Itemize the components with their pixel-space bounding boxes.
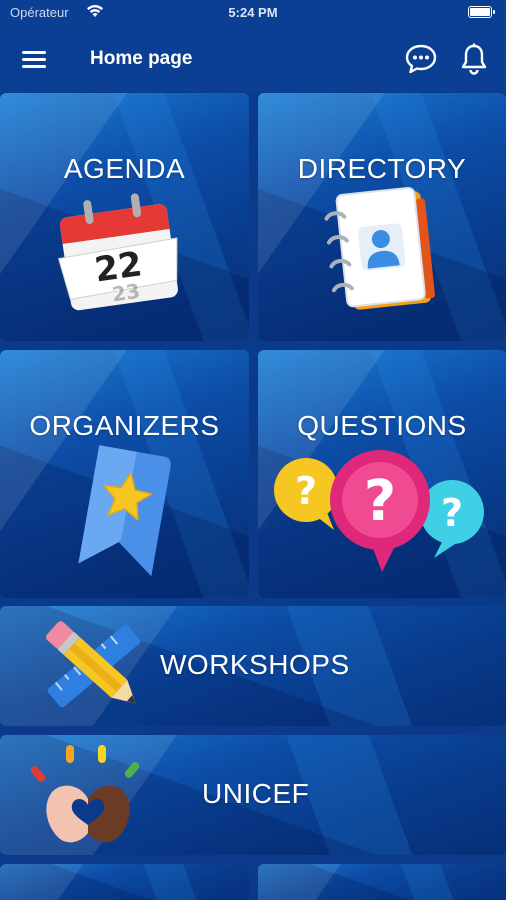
address-book-icon	[324, 186, 435, 310]
tile-label: ORGANIZERS	[29, 410, 220, 441]
heart-hands-icon	[30, 745, 140, 843]
tile-questions[interactable]: QUESTIONS ? ? ?	[258, 350, 506, 598]
calendar-icon: 22 23	[57, 193, 178, 311]
question-bubbles-icon: ? ? ?	[274, 450, 484, 572]
tile-workshops[interactable]: WORKSHOPS	[0, 606, 506, 726]
chat-bubble-icon[interactable]	[404, 42, 438, 76]
tile-partial-right[interactable]	[258, 864, 506, 900]
bell-icon[interactable]	[459, 42, 489, 76]
tile-unicef[interactable]: UNICEF	[0, 735, 506, 855]
page-title: Home page	[90, 48, 193, 69]
tile-label: WORKSHOPS	[160, 649, 350, 680]
status-time: 5:24 PM	[228, 5, 278, 20]
nav-bar: Home page	[0, 28, 506, 92]
tile-label: UNICEF	[202, 778, 310, 809]
svg-text:?: ?	[441, 491, 463, 535]
tile-organizers[interactable]: ORGANIZERS	[0, 350, 249, 598]
pencil-ruler-icon	[46, 621, 141, 708]
tile-partial-left[interactable]	[0, 864, 249, 900]
battery-icon	[468, 6, 495, 18]
tile-directory[interactable]: DIRECTORY	[258, 93, 506, 341]
tile-label: DIRECTORY	[297, 153, 467, 184]
svg-text:23: 23	[111, 279, 142, 307]
tile-label: AGENDA	[63, 153, 186, 184]
svg-text:?: ?	[364, 469, 396, 534]
tile-agenda[interactable]: AGENDA 22 23	[0, 93, 249, 341]
bookmark-star-icon	[78, 445, 171, 577]
tile-label: QUESTIONS	[297, 410, 467, 441]
svg-text:?: ?	[295, 469, 317, 513]
status-bar: Opérateur 5:24 PM	[0, 0, 506, 28]
hamburger-menu-icon[interactable]	[22, 48, 48, 70]
